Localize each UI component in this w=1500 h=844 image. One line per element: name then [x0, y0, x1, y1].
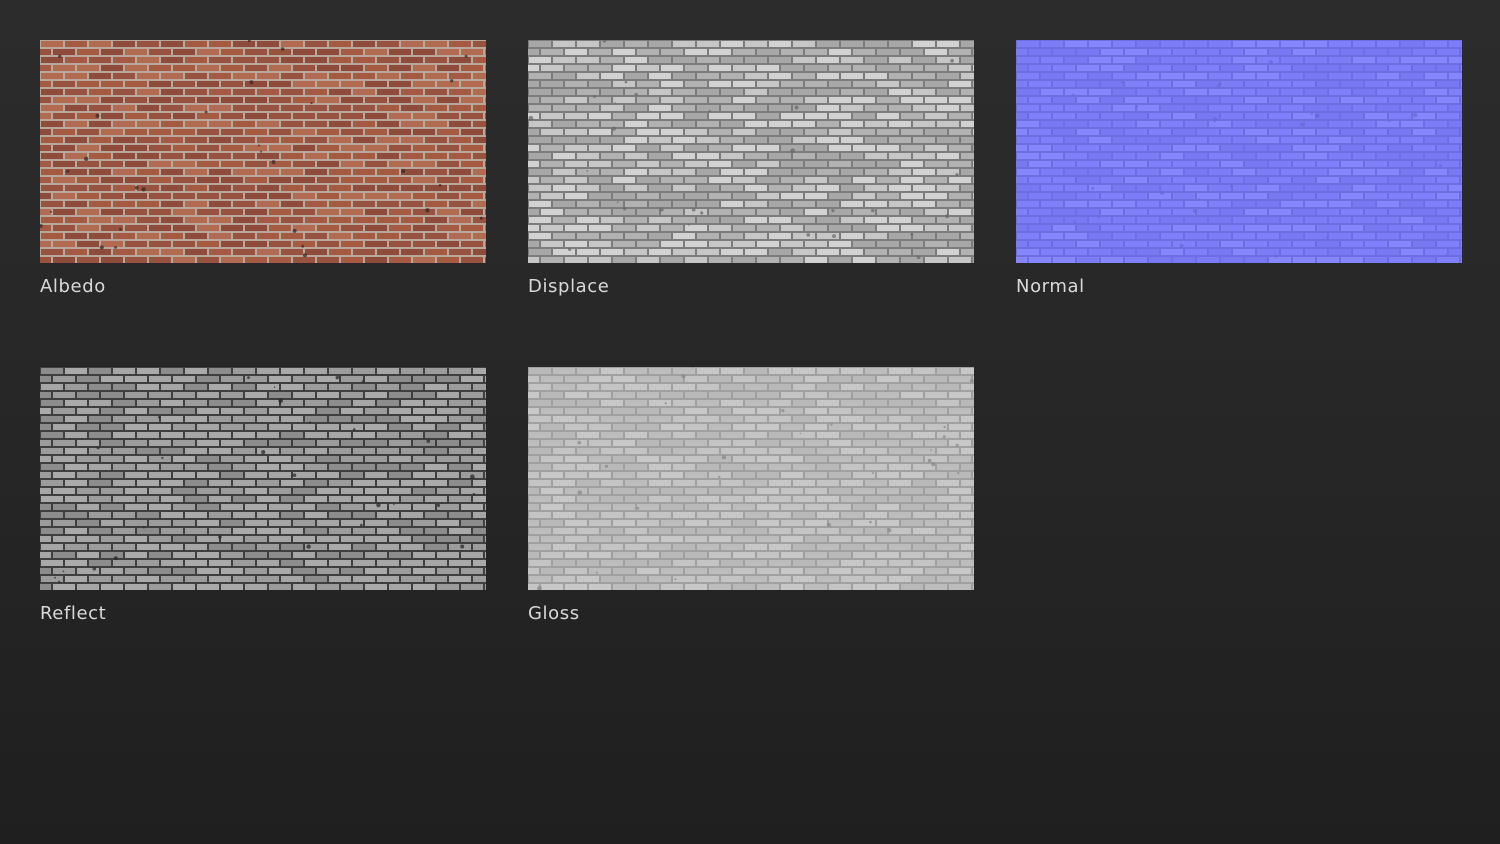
albedo-map-thumbnail[interactable] — [40, 40, 486, 263]
albedo-map-label: Albedo — [40, 276, 106, 297]
texture-card-gloss[interactable]: Gloss — [528, 367, 974, 625]
normal-map-label: Normal — [1016, 276, 1085, 297]
reflect-map-thumbnail[interactable] — [40, 367, 486, 590]
brick-texture — [40, 40, 486, 263]
brick-texture — [528, 40, 974, 263]
gloss-map-thumbnail[interactable] — [528, 367, 974, 590]
brick-texture — [1016, 40, 1462, 263]
texture-card-normal[interactable]: Normal — [1016, 40, 1462, 298]
reflect-map-label: Reflect — [40, 603, 107, 624]
texture-map-grid: Albedo Displace Normal Reflect Gloss — [0, 0, 1500, 844]
displace-map-label: Displace — [528, 276, 610, 297]
texture-card-albedo[interactable]: Albedo — [40, 40, 486, 298]
normal-map-thumbnail[interactable] — [1016, 40, 1462, 263]
texture-card-reflect[interactable]: Reflect — [40, 367, 486, 625]
brick-texture — [40, 367, 486, 590]
texture-card-displace[interactable]: Displace — [528, 40, 974, 298]
brick-texture — [528, 367, 974, 590]
gloss-map-label: Gloss — [528, 603, 580, 624]
displace-map-thumbnail[interactable] — [528, 40, 974, 263]
